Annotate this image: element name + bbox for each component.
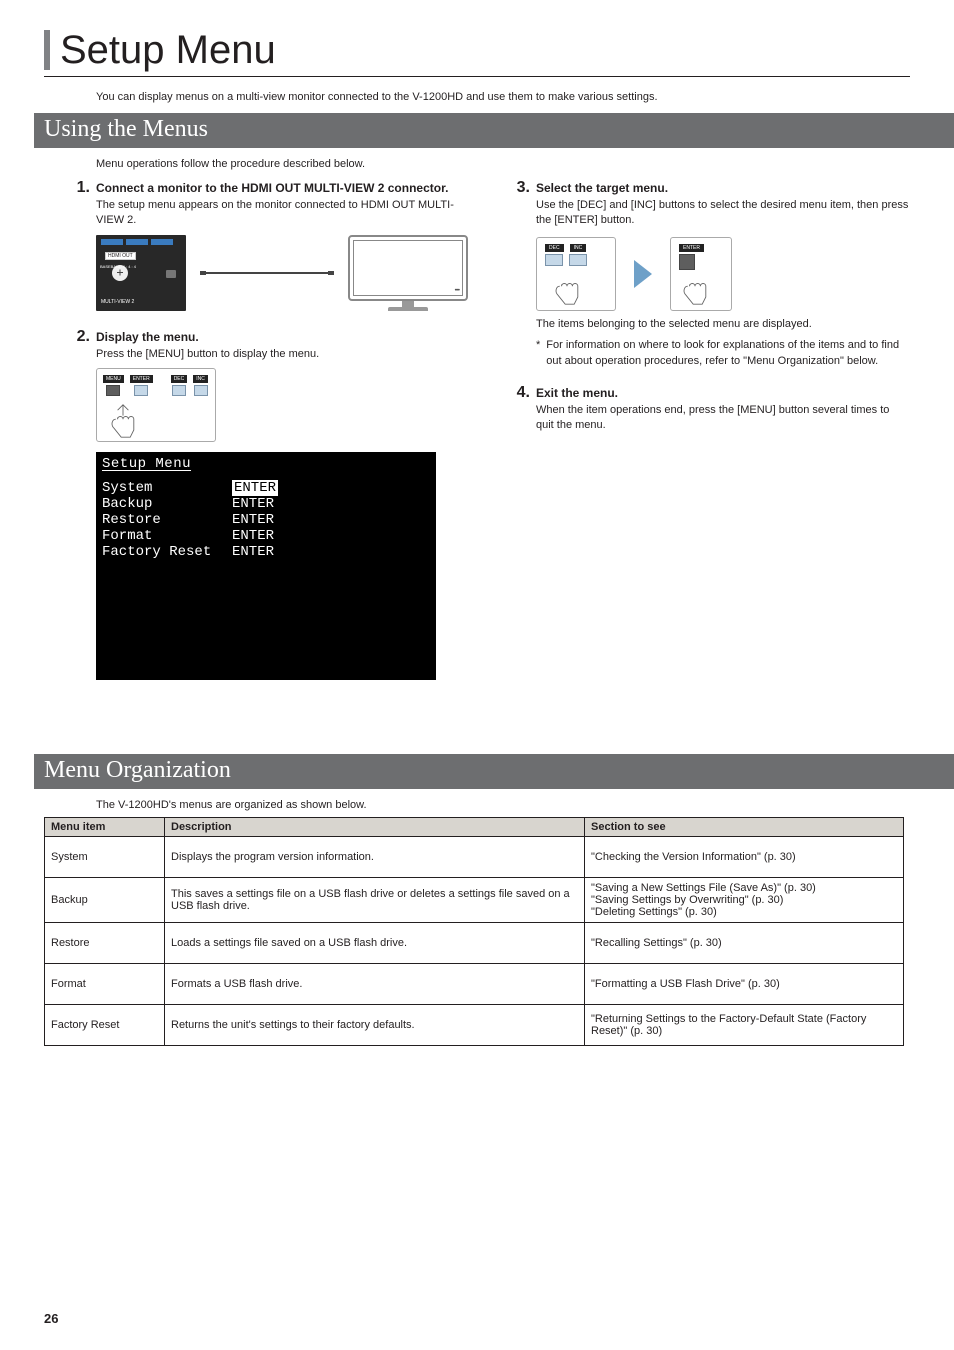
step1-number: 1 — [74, 180, 90, 196]
dec-btn-label-2: DEC — [545, 244, 564, 252]
menu-row-system: SystemENTER — [96, 480, 436, 496]
table-row: Format Formats a USB flash drive. "Forma… — [45, 964, 904, 1005]
menu-btn-label: MENU — [103, 375, 124, 383]
menu-organization-table: Menu item Description Section to see Sys… — [44, 817, 904, 1046]
dec-inc-enter-figure: DEC INC ENTER — [536, 237, 910, 311]
step2-title: Display the menu. — [96, 330, 199, 344]
table-row: Backup This saves a settings file on a U… — [45, 878, 904, 923]
section1-intro: Menu operations follow the procedure des… — [96, 158, 910, 170]
cell-item: Format — [45, 964, 165, 1005]
table-header-row: Menu item Description Section to see — [45, 818, 904, 837]
inc-btn-label: INC — [193, 375, 208, 383]
table-row: System Displays the program version info… — [45, 837, 904, 878]
menu-row-format: FormatENTER — [96, 528, 436, 544]
multiview2-label: MULTI-VIEW 2 — [101, 299, 134, 305]
step2-number: 2 — [74, 329, 90, 345]
step4-title: Exit the menu. — [536, 386, 618, 400]
th-description: Description — [165, 818, 585, 837]
cell-desc: Loads a settings file saved on a USB fla… — [165, 923, 585, 964]
th-section: Section to see — [585, 818, 904, 837]
monitor-illustration: •••• — [348, 235, 468, 311]
title-rule — [44, 76, 910, 77]
step3-number: 3 — [514, 180, 530, 196]
cell-sec: "Checking the Version Information" (p. 3… — [585, 837, 904, 878]
intro-text: You can display menus on a multi-view mo… — [96, 91, 910, 103]
enter-btn-label-2: ENTER — [679, 244, 704, 252]
hdmi-out-label: HDMI OUT — [105, 252, 136, 260]
device-panel-illustration: HDMI OUT BASEBAND 4 : 4 : 4 MULTI-VIEW 2 — [96, 235, 186, 311]
menu-row-restore: RestoreENTER — [96, 512, 436, 528]
enter-btn-label: ENTER — [130, 375, 153, 383]
hdmi-cable-illustration — [202, 272, 332, 274]
section2-intro: The V-1200HD's menus are organized as sh… — [96, 799, 910, 811]
page-number: 26 — [44, 1311, 58, 1326]
cell-item: Backup — [45, 878, 165, 923]
table-row: Restore Loads a settings file saved on a… — [45, 923, 904, 964]
menu-button-figure: MENU ENTER DEC INC — [96, 368, 216, 442]
cell-desc: This saves a settings file on a USB flas… — [165, 878, 585, 923]
cell-item: Restore — [45, 923, 165, 964]
step1-figure: HDMI OUT BASEBAND 4 : 4 : 4 MULTI-VIEW 2… — [96, 235, 468, 311]
cell-sec: "Formatting a USB Flash Drive" (p. 30) — [585, 964, 904, 1005]
step1-title: Connect a monitor to the HDMI OUT MULTI-… — [96, 181, 448, 195]
section-heading-using-menus: Using the Menus — [34, 113, 954, 148]
step3-note: * For information on where to look for e… — [536, 338, 910, 369]
finger-press-icon — [105, 401, 141, 444]
step4-number: 4 — [514, 385, 530, 401]
section-heading-menu-organization: Menu Organization — [34, 754, 954, 789]
cell-sec: "Returning Settings to the Factory-Defau… — [585, 1005, 904, 1046]
finger-press-icon — [677, 268, 713, 311]
page-title: Setup Menu — [60, 30, 910, 70]
dec-btn-label: DEC — [171, 375, 188, 383]
cell-desc: Returns the unit's settings to their fac… — [165, 1005, 585, 1046]
finger-press-icon — [549, 268, 585, 311]
step4-body: When the item operations end, press the … — [536, 403, 910, 434]
cell-desc: Formats a USB flash drive. — [165, 964, 585, 1005]
cell-item: Factory Reset — [45, 1005, 165, 1046]
step3-after: The items belonging to the selected menu… — [536, 317, 910, 332]
menu-row-backup: BackupENTER — [96, 496, 436, 512]
step1-body: The setup menu appears on the monitor co… — [96, 198, 468, 229]
menu-screenshot-title: Setup Menu — [96, 452, 436, 474]
table-row: Factory Reset Returns the unit's setting… — [45, 1005, 904, 1046]
arrow-right-icon — [634, 260, 652, 288]
cell-sec: "Recalling Settings" (p. 30) — [585, 923, 904, 964]
step2-body: Press the [MENU] button to display the m… — [96, 347, 468, 362]
step3-title: Select the target menu. — [536, 181, 668, 195]
inc-btn-label-2: INC — [570, 244, 587, 252]
setup-menu-screenshot: Setup Menu SystemENTER BackupENTER Resto… — [96, 452, 436, 680]
th-menu-item: Menu item — [45, 818, 165, 837]
step3-body: Use the [DEC] and [INC] buttons to selec… — [536, 198, 910, 229]
cell-item: System — [45, 837, 165, 878]
cell-sec: "Saving a New Settings File (Save As)" (… — [585, 878, 904, 923]
444-label: 4 : 4 : 4 — [123, 264, 136, 269]
menu-row-factory-reset: Factory ResetENTER — [96, 544, 436, 560]
baseband-label: BASEBAND — [100, 264, 122, 269]
cell-desc: Displays the program version information… — [165, 837, 585, 878]
